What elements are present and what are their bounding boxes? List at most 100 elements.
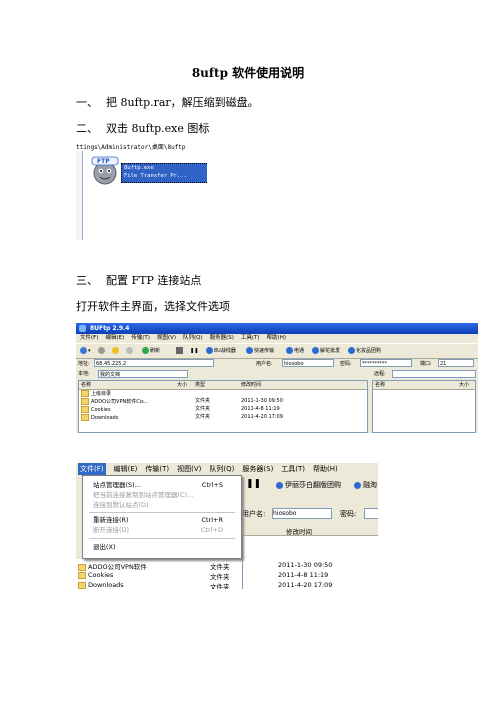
row-type: 文件夹 — [210, 573, 230, 581]
row-type: 文件夹 — [195, 414, 211, 420]
row-type: 文件夹 — [195, 398, 211, 404]
password-input[interactable]: ********** — [360, 359, 412, 367]
menu-item-label: 把当前连接复制到站点管理器(C)... — [93, 491, 194, 499]
table-row[interactable]: 上级目录 — [79, 390, 367, 397]
table-row[interactable]: Cookies — [78, 571, 113, 579]
window-titlebar: 8UFtp 2.9.4 — [76, 323, 478, 334]
remote-col-size[interactable]: 大小 — [459, 381, 469, 389]
row-name: ADDO公司VPN软件 — [88, 563, 147, 571]
menu-file[interactable]: 文件(F) — [80, 334, 98, 343]
menu-edit[interactable]: 编辑(E) — [105, 334, 124, 343]
table-row[interactable]: ADDO公司VPN软件 — [78, 561, 147, 571]
instruction-paragraph: 打开软件主界面，选择文件选项 — [76, 300, 230, 313]
remote-file-header: 名称 大小 — [373, 381, 475, 390]
ie-link-4-label: 解花批发 — [320, 348, 341, 354]
menu-queue[interactable]: 队列(Q) — [209, 463, 234, 475]
ie-link-3[interactable]: 电通 — [286, 346, 304, 356]
selected-file[interactable]: 8uftp.exe File Transfer Pr... — [121, 163, 207, 183]
explorer-sidebar — [76, 151, 83, 240]
app-main-window-screenshot: 8UFtp 2.9.4 文件(F) 编辑(E) 传输(T) 视图(V) 队列(Q… — [76, 323, 478, 433]
file-name: 8uftp.exe — [124, 165, 154, 171]
ie-link-3-label: 电通 — [294, 348, 305, 354]
pause-icon[interactable]: ❚❚ — [246, 479, 261, 489]
address-input[interactable]: 68.45.225.2 — [94, 359, 214, 367]
ie-link-1[interactable]: 8U战线器 — [206, 346, 236, 356]
folder-icon — [78, 571, 86, 579]
step-3: 三、 配置 FTP 连接站点 — [76, 272, 201, 288]
col-size[interactable]: 大小 — [177, 381, 187, 389]
menu-view[interactable]: 视图(V) — [157, 334, 176, 343]
row-date: 2011-4-8 11:19 — [278, 571, 329, 579]
menu-view[interactable]: 视图(V) — [177, 463, 201, 475]
table-row[interactable]: Downloads 文件夹 2011-4-20 17:09 — [79, 414, 367, 421]
remote-col-name[interactable]: 名称 — [375, 381, 385, 389]
row-name: Downloads — [91, 415, 119, 421]
lightning-icon[interactable] — [112, 346, 120, 356]
menu-queue[interactable]: 队列(Q) — [183, 334, 203, 343]
table-row[interactable]: Downloads — [78, 581, 124, 589]
step-3-text: 配置 FTP 连接站点 — [106, 274, 202, 287]
step-1-number: 一、 — [76, 96, 98, 109]
pause-icon[interactable]: ❚❚ — [190, 346, 198, 356]
remote-path-select[interactable] — [392, 370, 476, 378]
step-2-number: 二、 — [76, 122, 98, 135]
menu-tools[interactable]: 工具(T) — [281, 463, 305, 475]
remote-label: 远程: — [374, 371, 386, 377]
remote-file-pane[interactable]: 名称 大小 — [372, 380, 476, 433]
menu-server[interactable]: 服务器(S) — [242, 463, 273, 475]
folder-path: ttings\Administrator\桌面\8uftp — [76, 144, 186, 151]
connection-bar: 地址: 68.45.225.2 用户名: hiosobo 密码: *******… — [76, 358, 478, 369]
col-name[interactable]: 名称 — [81, 381, 91, 389]
refresh-button[interactable]: 刷新 — [142, 346, 160, 356]
menu-tools[interactable]: 工具(T) — [241, 334, 260, 343]
row-date: 2011-1-30 09:50 — [278, 561, 333, 569]
stop-icon[interactable] — [126, 346, 134, 356]
local-file-pane[interactable]: 名称 大小 类型 修改时间 上级目录 ADDO公司VPN软件Cis... 文件夹 2… — [78, 380, 368, 433]
row-name: ADDO公司VPN软件Cis... — [91, 399, 149, 405]
menu-item-label: 站点管理器(S)... — [93, 481, 141, 489]
col-modified[interactable]: 修改时间 — [241, 381, 261, 389]
row-name: Cookies — [91, 407, 111, 413]
ie-link-4[interactable]: 解花批发 — [312, 346, 340, 356]
table-row[interactable]: Cookies 文件夹 2011-4-8 11:19 — [79, 406, 367, 413]
menu-transfer[interactable]: 传输(T) — [145, 463, 169, 475]
local-path-select[interactable]: 我的文档 — [98, 370, 188, 378]
password-input[interactable] — [364, 508, 378, 519]
password-label: 密码: — [340, 510, 357, 518]
menu-transfer[interactable]: 传输(T) — [131, 334, 150, 343]
menu-server[interactable]: 服务器(S) — [210, 334, 234, 343]
menu-item-exit[interactable]: 退出(X) — [93, 542, 237, 552]
menu-help[interactable]: 帮助(H) — [267, 334, 286, 343]
port-input[interactable]: 21 — [438, 359, 474, 367]
username-input[interactable]: hiosobo — [282, 359, 334, 367]
icon-label: FTP — [97, 158, 110, 165]
ie-link-2[interactable]: 快速传输 — [246, 346, 274, 356]
connect-icon[interactable]: ▾ — [80, 346, 91, 356]
menu-item-label: 断开连接(D) — [93, 526, 130, 534]
col-modified[interactable]: 修改时间 — [286, 526, 312, 536]
port-label: 端口: — [420, 361, 432, 367]
menu-file-open[interactable]: 文件(F) — [78, 463, 106, 475]
ie-link-zoomed-2-label: 融淘 — [363, 481, 377, 489]
col-type[interactable]: 类型 — [195, 381, 205, 389]
step-3-number: 三、 — [76, 274, 98, 287]
menu-item-site-manager[interactable]: 站点管理器(S)... Ctrl+S — [93, 480, 237, 490]
menu-help[interactable]: 帮助(H) — [313, 463, 338, 475]
ie-link-1-label: 8U战线器 — [214, 348, 236, 354]
ie-link-zoomed-1[interactable]: 伊丽莎白翻版团购 — [276, 480, 341, 490]
menu-bar-zoomed: 文件(F) 编辑(E) 传输(T) 视图(V) 队列(Q) 服务器(S) 工具(… — [76, 463, 378, 475]
password-label: 密码: — [340, 361, 352, 367]
ie-link-5[interactable]: 化妆品团购 — [348, 346, 381, 356]
disconnect-icon[interactable] — [98, 346, 106, 356]
queue-icon[interactable] — [176, 346, 184, 356]
menu-item-reconnect[interactable]: 重新连接(R) Ctrl+R — [93, 515, 237, 525]
username-label: 用户名: — [242, 510, 266, 518]
menu-separator — [89, 512, 235, 513]
row-type: 文件夹 — [210, 563, 230, 571]
ie-link-zoomed-2[interactable]: 融淘 — [354, 480, 377, 490]
table-row[interactable]: ADDO公司VPN软件Cis... 文件夹 2011-1-30 09:50 — [79, 398, 367, 405]
menu-edit[interactable]: 编辑(E) — [114, 463, 138, 475]
username-input[interactable]: hiosobo — [272, 508, 332, 519]
up-folder-icon — [81, 390, 89, 397]
row-date: 2011-1-30 09:50 — [241, 398, 283, 404]
